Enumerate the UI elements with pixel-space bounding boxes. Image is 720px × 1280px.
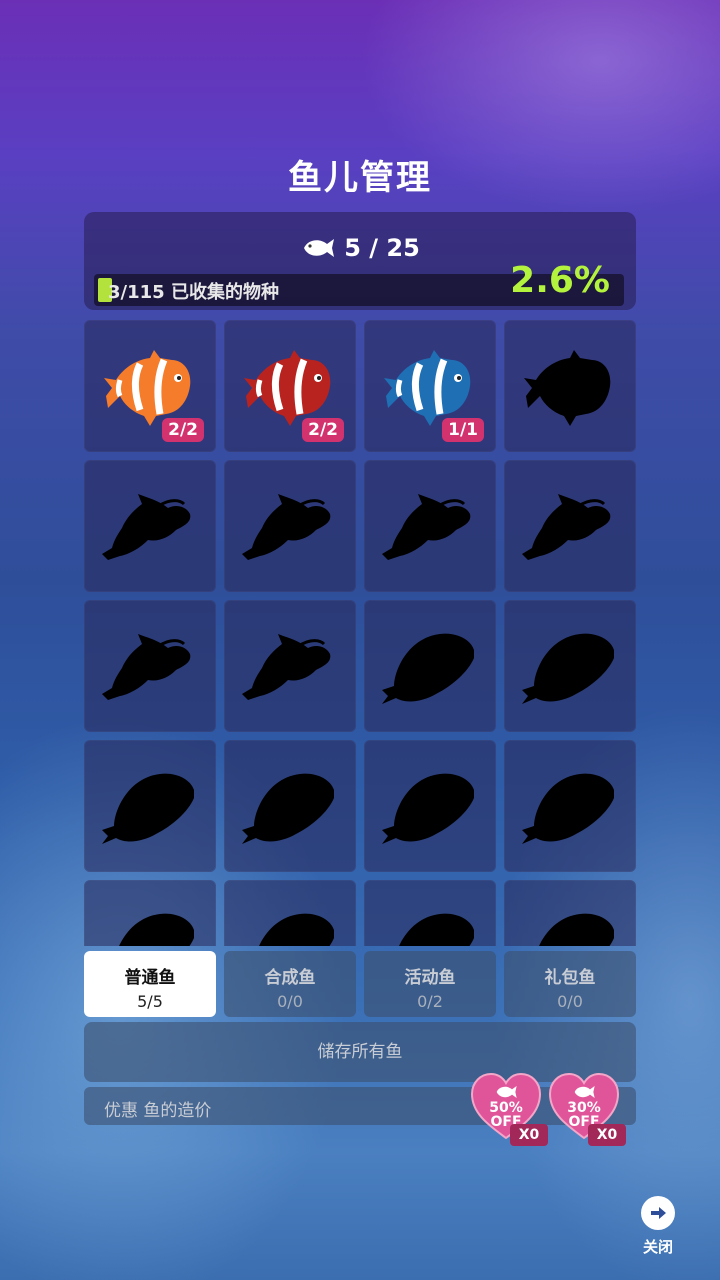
tab-3[interactable]: 礼包鱼 0/0 xyxy=(504,951,636,1017)
discount-coupon[interactable]: 30% OFF X0 xyxy=(548,1072,628,1150)
tab-label: 礼包鱼 xyxy=(544,968,596,988)
fish-slot[interactable] xyxy=(84,600,216,732)
fish-count-badge: 2/2 xyxy=(302,418,344,442)
fish-slot[interactable] xyxy=(364,880,496,946)
coupon-quantity: X0 xyxy=(510,1124,548,1146)
fish-icon xyxy=(574,1086,595,1098)
close-label: 关闭 xyxy=(642,1238,673,1256)
tab-count: 0/0 xyxy=(557,992,583,1011)
tab-label: 合成鱼 xyxy=(264,968,316,988)
fish-slot[interactable] xyxy=(224,460,356,592)
close-button[interactable]: 关闭 xyxy=(636,1196,680,1256)
fish-slot[interactable] xyxy=(224,600,356,732)
fish-slot[interactable] xyxy=(84,460,216,592)
collection-progress-text: 3/115 已收集的物种 xyxy=(108,282,279,303)
fish-slot[interactable] xyxy=(504,460,636,592)
capacity-panel: 5 / 25 3/115 已收集的物种 2.6% xyxy=(84,212,636,310)
fish-capacity: 5 / 25 xyxy=(84,234,636,262)
arrow-right-icon xyxy=(641,1196,675,1230)
tab-count: 5/5 xyxy=(137,992,163,1011)
discount-label: 优惠 鱼的造价 xyxy=(104,1101,212,1121)
page-title: 鱼儿管理 xyxy=(288,158,432,198)
fish-slot[interactable] xyxy=(224,740,356,872)
fish-slot[interactable] xyxy=(504,880,636,946)
fish-slot[interactable]: 2/2 xyxy=(84,320,216,452)
fish-count-badge: 1/1 xyxy=(442,418,484,442)
fish-icon xyxy=(496,1086,517,1098)
fish-count-badge: 2/2 xyxy=(162,418,204,442)
fish-slot[interactable]: 2/2 xyxy=(224,320,356,452)
fish-slot[interactable] xyxy=(84,740,216,872)
fish-slot[interactable] xyxy=(364,740,496,872)
fish-slot[interactable] xyxy=(504,320,636,452)
coupon-percent: 30% xyxy=(567,1100,601,1116)
tab-1[interactable]: 合成鱼 0/0 xyxy=(224,951,356,1017)
fish-slot[interactable] xyxy=(504,600,636,732)
fish-grid[interactable]: 2/2 2/2 1/1 xyxy=(84,320,636,946)
discount-coupon[interactable]: 50% OFF X0 xyxy=(470,1072,550,1150)
fish-slot[interactable] xyxy=(504,740,636,872)
fish-icon xyxy=(304,239,335,257)
fish-slot[interactable] xyxy=(84,880,216,946)
tab-count: 0/2 xyxy=(417,992,443,1011)
collection-percent: 2.6% xyxy=(510,260,610,301)
fish-slot[interactable] xyxy=(224,880,356,946)
coupon-quantity: X0 xyxy=(588,1124,626,1146)
fish-capacity-text: 5 / 25 xyxy=(344,234,420,262)
tab-0[interactable]: 普通鱼 5/5 xyxy=(84,951,216,1017)
tab-count: 0/0 xyxy=(277,992,303,1011)
fish-category-tabs: 普通鱼 5/5 合成鱼 0/0 活动鱼 0/2 礼包鱼 0/0 xyxy=(84,951,636,1017)
coupon-percent: 50% xyxy=(489,1100,523,1116)
fish-slot[interactable] xyxy=(364,600,496,732)
tab-label: 活动鱼 xyxy=(404,968,456,988)
fish-slot[interactable]: 1/1 xyxy=(364,320,496,452)
tab-2[interactable]: 活动鱼 0/2 xyxy=(364,951,496,1017)
tab-label: 普通鱼 xyxy=(124,968,176,988)
fish-slot[interactable] xyxy=(364,460,496,592)
